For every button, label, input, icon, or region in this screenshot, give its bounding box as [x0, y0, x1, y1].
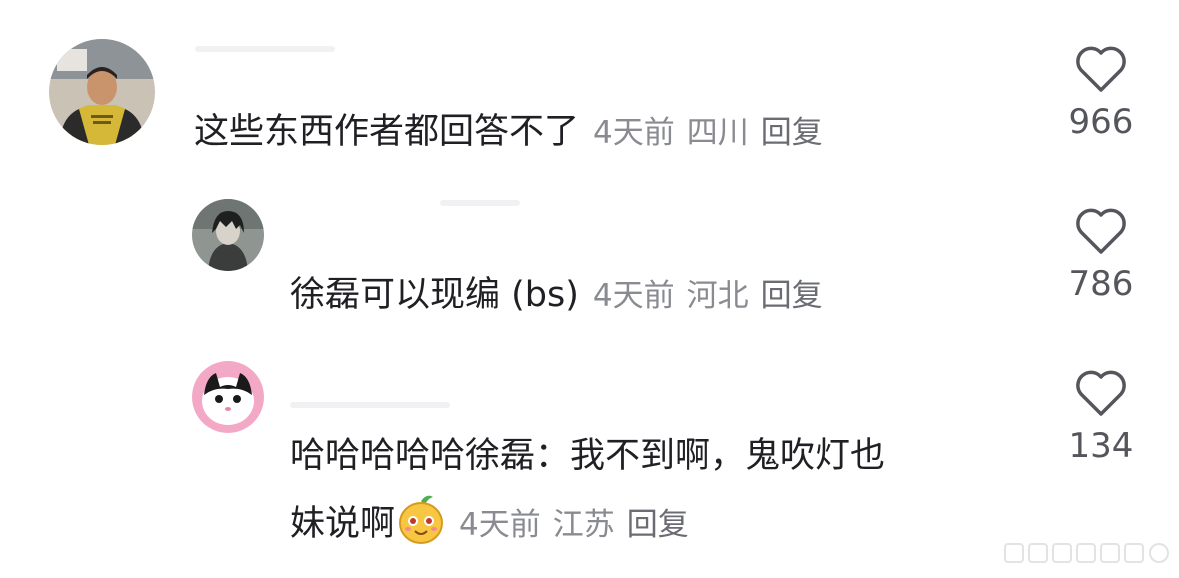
username-placeholder[interactable]	[440, 200, 520, 206]
comment-meta: 4天前 四川 回复	[593, 115, 835, 151]
comment-text: 这些东西作者都回答不了 4天前 四川 回复	[194, 100, 835, 165]
reply-button[interactable]: 回复	[761, 115, 823, 151]
comment-body: 这些东西作者都回答不了	[194, 112, 580, 152]
heart-outline-icon	[1076, 370, 1126, 416]
comment-body: 妹说啊	[290, 504, 396, 544]
like-button[interactable]: 786	[1046, 206, 1156, 304]
fruit-face-emoji-icon	[397, 493, 445, 545]
comment-location: 江苏	[552, 507, 615, 543]
comment-body: 徐磊可以现编 (bs)	[290, 275, 579, 315]
like-count: 134	[1068, 426, 1134, 466]
username-placeholder[interactable]	[290, 402, 450, 408]
comment-meta: 4天前 河北 回复	[593, 278, 835, 314]
reply-button[interactable]: 回复	[761, 278, 823, 314]
comment-location: 四川	[686, 115, 749, 151]
comment-text: 徐磊可以现编 (bs) 4天前 河北 回复	[290, 263, 835, 328]
comment-text-line-1: 哈哈哈哈哈徐磊：我不到啊，鬼吹灯也	[290, 424, 885, 488]
comment-location: 河北	[686, 278, 749, 314]
like-button[interactable]: 134	[1046, 368, 1156, 466]
avatar[interactable]	[49, 39, 155, 145]
reply-button[interactable]: 回复	[627, 507, 689, 543]
heart-outline-icon	[1076, 46, 1126, 92]
comment-body: 哈哈哈哈哈徐磊：我不到啊，鬼吹灯也	[290, 436, 886, 476]
username-placeholder[interactable]	[195, 46, 335, 52]
heart-outline-icon	[1076, 208, 1126, 254]
like-button[interactable]: 966	[1046, 44, 1156, 142]
comment-time: 4天前	[593, 115, 675, 151]
comment-time: 4天前	[459, 507, 541, 543]
avatar[interactable]	[192, 199, 264, 271]
like-count: 966	[1068, 102, 1134, 142]
comment-text-line-2: 妹说啊 4天前 江苏 回复	[290, 492, 701, 557]
comment-meta: 4天前 江苏 回复	[459, 507, 701, 543]
like-count: 786	[1068, 264, 1134, 304]
avatar[interactable]	[192, 361, 264, 433]
comment-time: 4天前	[592, 278, 675, 314]
watermark-logo	[1004, 543, 1169, 563]
